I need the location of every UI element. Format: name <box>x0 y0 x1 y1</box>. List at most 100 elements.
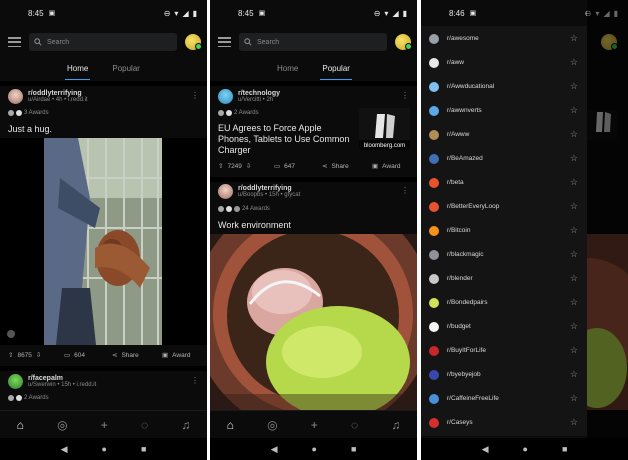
more-options-icon[interactable]: ⋮ <box>191 91 199 100</box>
share-button[interactable]: ⋖ Share <box>322 162 372 171</box>
wifi-icon: ▾ <box>384 8 389 18</box>
home-button-icon[interactable]: ● <box>523 444 528 454</box>
drawer-item[interactable]: r/blender ☆ <box>421 267 587 290</box>
hamburger-menu-icon[interactable] <box>8 37 21 47</box>
post-title[interactable]: Work environment <box>218 220 409 231</box>
downvote-icon[interactable]: ⇩ <box>246 162 251 170</box>
signal-icon: ◢ <box>392 8 399 18</box>
comments-button[interactable]: ▭ 647 <box>274 162 322 171</box>
drawer-item[interactable]: r/Caseys ☆ <box>421 411 587 434</box>
favorite-star-icon[interactable]: ☆ <box>570 153 578 164</box>
post-header[interactable]: r/oddlyterrifying u/Airdae • 4h • i.redd… <box>8 89 88 104</box>
back-icon[interactable]: ◀ <box>61 444 68 455</box>
drawer-item[interactable]: r/budget ☆ <box>421 315 587 338</box>
search-input[interactable]: Search <box>29 33 177 51</box>
subreddit-name[interactable]: r/oddlyterrifying <box>28 90 88 97</box>
avatar[interactable] <box>185 34 202 50</box>
favorite-star-icon[interactable]: ☆ <box>570 321 578 332</box>
discover-icon[interactable]: ◎ <box>267 418 277 432</box>
notifications-icon[interactable]: ♫ <box>391 418 400 432</box>
post-header[interactable]: r/technology u/Vercitti • 2h <box>218 89 280 104</box>
tab-home[interactable]: Home <box>275 60 300 80</box>
drawer-item[interactable]: r/BeAmazed ☆ <box>421 147 587 170</box>
tab-home[interactable]: Home <box>65 60 91 80</box>
drawer-item[interactable]: r/BuyItForLife ☆ <box>421 339 587 362</box>
favorite-star-icon[interactable]: ☆ <box>570 105 578 116</box>
favorite-star-icon[interactable]: ☆ <box>570 201 578 212</box>
recents-icon[interactable]: ■ <box>351 444 356 454</box>
favorite-star-icon[interactable]: ☆ <box>570 57 578 68</box>
favorite-star-icon[interactable]: ☆ <box>570 273 578 284</box>
drawer-scrim[interactable] <box>587 0 628 460</box>
favorite-star-icon[interactable]: ☆ <box>570 129 578 140</box>
subreddit-name[interactable]: r/facepalm <box>28 375 96 382</box>
drawer-item[interactable]: r/Bondedpairs ☆ <box>421 291 587 314</box>
favorite-star-icon[interactable]: ☆ <box>570 81 578 92</box>
discover-icon[interactable]: ◎ <box>57 418 67 432</box>
drawer-item[interactable]: r/Awww ☆ <box>421 123 587 146</box>
home-button-icon[interactable]: ● <box>102 444 107 454</box>
recents-icon[interactable]: ■ <box>562 444 567 454</box>
home-button-icon[interactable]: ● <box>312 444 317 454</box>
search-input[interactable]: Search <box>239 33 387 51</box>
recents-icon[interactable]: ■ <box>141 444 146 454</box>
battery-icon: ▮ <box>192 8 197 18</box>
more-options-icon[interactable]: ⋮ <box>401 91 409 100</box>
downvote-icon[interactable]: ⇩ <box>36 351 41 359</box>
search-icon <box>244 38 252 46</box>
drawer-item[interactable]: r/byebyejob ☆ <box>421 363 587 386</box>
mute-icon[interactable] <box>7 330 15 338</box>
drawer-item[interactable]: r/aww ☆ <box>421 51 587 74</box>
upvote-icon[interactable]: ⇧ <box>8 351 13 359</box>
drawer-item[interactable]: r/Bitcoin ☆ <box>421 219 587 242</box>
avatar[interactable] <box>395 34 412 50</box>
home-icon[interactable]: ⌂ <box>227 418 234 432</box>
community-label: r/Bitcoin <box>447 227 471 234</box>
comments-button[interactable]: ▭ 604 <box>64 351 112 360</box>
favorite-star-icon[interactable]: ☆ <box>570 225 578 236</box>
tab-popular[interactable]: Popular <box>110 60 142 80</box>
hamburger-menu-icon[interactable] <box>218 37 231 47</box>
post-title[interactable]: Just a hug. <box>8 124 199 135</box>
tab-popular[interactable]: Popular <box>320 60 352 80</box>
award-button[interactable]: ▣ Award <box>162 351 190 360</box>
drawer-item[interactable]: r/blackmagic ☆ <box>421 243 587 266</box>
chat-icon[interactable]: ◌ <box>141 418 148 432</box>
notifications-icon[interactable]: ♫ <box>181 418 190 432</box>
drawer-item[interactable]: r/beta ☆ <box>421 171 587 194</box>
favorite-star-icon[interactable]: ☆ <box>570 369 578 380</box>
post-image[interactable] <box>210 234 417 410</box>
award-button[interactable]: ▣ Award <box>372 162 400 171</box>
favorite-star-icon[interactable]: ☆ <box>570 249 578 260</box>
subreddit-name[interactable]: r/oddlyterrifying <box>238 185 300 192</box>
upvote-icon[interactable]: ⇧ <box>218 162 223 170</box>
create-post-icon[interactable]: + <box>101 418 108 432</box>
drawer-item[interactable]: r/CaffeineFreeLife ☆ <box>421 387 587 410</box>
drawer-item[interactable]: r/Awwducational ☆ <box>421 75 587 98</box>
drawer-item[interactable]: r/awesome ☆ <box>421 27 587 50</box>
home-icon[interactable]: ⌂ <box>17 418 24 432</box>
create-post-icon[interactable]: + <box>311 418 318 432</box>
more-options-icon[interactable]: ⋮ <box>401 186 409 195</box>
back-icon[interactable]: ◀ <box>271 444 278 455</box>
subreddit-name[interactable]: r/technology <box>238 90 280 97</box>
status-icons: ⊖ ▾ ◢ ▮ <box>164 9 197 18</box>
favorite-star-icon[interactable]: ☆ <box>570 417 578 428</box>
chat-icon[interactable]: ◌ <box>351 418 358 432</box>
favorite-star-icon[interactable]: ☆ <box>570 177 578 188</box>
favorite-star-icon[interactable]: ☆ <box>570 297 578 308</box>
link-thumbnail[interactable]: bloomberg.com <box>359 108 410 150</box>
back-icon[interactable]: ◀ <box>482 444 489 455</box>
share-button[interactable]: ⋖ Share <box>112 351 162 360</box>
favorite-star-icon[interactable]: ☆ <box>570 345 578 356</box>
post-image[interactable] <box>0 138 207 345</box>
post-title[interactable]: EU Agrees to Force Apple Phones, Tablets… <box>218 123 353 156</box>
favorite-star-icon[interactable]: ☆ <box>570 393 578 404</box>
more-options-icon[interactable]: ⋮ <box>191 376 199 385</box>
favorite-star-icon[interactable]: ☆ <box>570 33 578 44</box>
post-header[interactable]: r/facepalm u/Swerwin • 15h • i.redd.it <box>8 374 96 389</box>
post-header[interactable]: r/oddlyterrifying u/Boopbs • 15h • gfyca… <box>218 184 300 199</box>
drawer-item[interactable]: r/awwnverts ☆ <box>421 99 587 122</box>
drawer-item[interactable]: r/BetterEveryLoop ☆ <box>421 195 587 218</box>
wifi-icon: ▾ <box>174 8 179 18</box>
